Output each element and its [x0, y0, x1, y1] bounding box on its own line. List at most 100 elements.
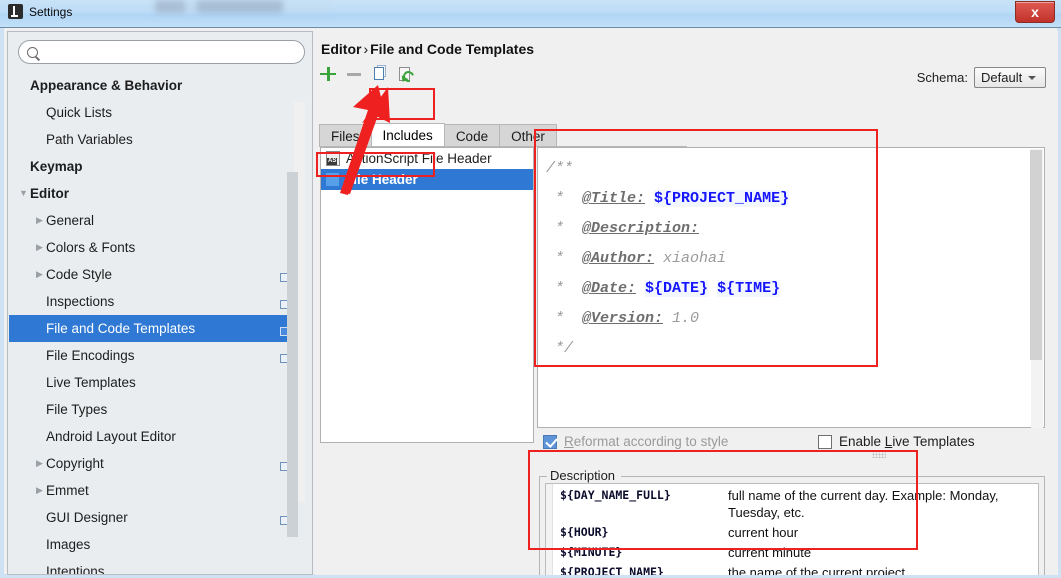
sidebar-item-label: Copyright	[46, 456, 104, 471]
tab-files[interactable]: Files	[319, 124, 372, 147]
remove-template-button	[345, 65, 363, 83]
table-row[interactable]: ${MINUTE} current minute	[546, 541, 1038, 561]
enable-live-templates-checkbox[interactable]: Enable Live Templates	[818, 434, 975, 449]
sidebar-scrollbar-track[interactable]	[287, 102, 305, 537]
window-title: Settings	[29, 4, 73, 19]
sidebar-item-label: Android Layout Editor	[46, 429, 176, 444]
live-templates-checkbox-label: Enable Live Templates	[839, 434, 975, 449]
variable-description-cell: current minute	[728, 545, 812, 560]
sidebar-item-keymap[interactable]: Keymap	[9, 153, 301, 180]
sidebar-item-editor[interactable]: ▼ Editor	[9, 180, 301, 207]
sidebar-item-images[interactable]: Images	[9, 531, 301, 558]
settings-window: Settings x Appearance & Behavior Quick Li…	[0, 0, 1061, 578]
sidebar-item-copyright[interactable]: ▶ Copyright	[9, 450, 301, 477]
checkbox-unchecked-icon	[818, 434, 832, 449]
sidebar-item-android-layout-editor[interactable]: Android Layout Editor	[9, 423, 301, 450]
chevron-right-icon[interactable]: ▶	[33, 216, 46, 225]
sidebar-item-label: GUI Designer	[46, 510, 128, 525]
tab-label: Code	[455, 128, 489, 144]
template-macro: ${DATE}	[645, 280, 709, 297]
template-text-editor[interactable]: /** * @Title: ${PROJECT_NAME} * @Descrip…	[537, 147, 1045, 428]
template-file-list[interactable]: ActionScript File Header File Header	[320, 147, 534, 443]
tab-other[interactable]: Other	[499, 124, 557, 147]
include-template-icon	[326, 173, 339, 186]
actionscript-file-icon	[326, 151, 340, 166]
sidebar-item-code-style[interactable]: ▶ Code Style	[9, 261, 301, 288]
sidebar-item-intentions[interactable]: Intentions	[9, 558, 301, 574]
sidebar-item-path-variables[interactable]: Path Variables	[9, 126, 301, 153]
sidebar-item-label: Images	[46, 537, 91, 552]
resize-grip-icon[interactable]	[872, 450, 886, 458]
code-line: /**	[546, 160, 574, 177]
sidebar-item-label: Quick Lists	[46, 105, 113, 120]
sidebar-item-live-templates[interactable]: Live Templates	[9, 369, 301, 396]
template-macro: ${PROJECT_NAME}	[654, 190, 790, 207]
chevron-right-icon[interactable]: ▶	[33, 459, 46, 468]
description-variable-table[interactable]: ${DAY_NAME_FULL} full name of the current…	[545, 483, 1039, 575]
variable-name-cell: ${HOUR}	[560, 525, 609, 539]
template-category-tabs: Files Includes Code Other	[319, 123, 557, 147]
breadcrumb-root[interactable]: Editor	[321, 41, 361, 57]
sidebar-item-quick-lists[interactable]: Quick Lists	[9, 99, 301, 126]
description-legend: Description	[547, 468, 619, 483]
variable-description-cell: full name of the current day. Example: M…	[728, 488, 999, 520]
sidebar-scrollbar-thumb[interactable]	[287, 172, 298, 537]
window-titlebar: Settings x	[0, 0, 1061, 28]
description-scrollbar-track[interactable]	[546, 484, 553, 575]
tab-code[interactable]: Code	[443, 124, 501, 147]
sidebar-item-label: Keymap	[30, 159, 83, 174]
variable-description-cell: the name of the current project	[728, 565, 906, 575]
intellij-idea-icon	[8, 4, 23, 19]
chevron-down-icon[interactable]: ▼	[17, 189, 30, 198]
table-row[interactable]: ${HOUR} current hour	[546, 521, 1038, 541]
sidebar-item-general[interactable]: ▶ General	[9, 207, 301, 234]
editor-scrollbar-thumb[interactable]	[1030, 150, 1042, 360]
code-line: * @Title: ${PROJECT_NAME}	[546, 190, 790, 207]
settings-tree: Appearance & Behavior Quick Lists Path Var…	[9, 72, 301, 574]
sidebar-item-label: General	[46, 213, 95, 228]
editor-scrollbar-track[interactable]	[1030, 149, 1043, 428]
sidebar-item-label: Path Variables	[46, 132, 133, 147]
list-item[interactable]: File Header	[321, 169, 533, 190]
code-line: * @Version: 1.0	[546, 310, 700, 327]
chevron-right-icon[interactable]: ▶	[33, 243, 46, 252]
sidebar-item-appearance-behavior[interactable]: Appearance & Behavior	[9, 72, 301, 99]
sidebar-item-inspections[interactable]: Inspections	[9, 288, 301, 315]
chevron-right-icon[interactable]: ▶	[33, 270, 46, 279]
schema-label: Schema:	[916, 70, 968, 85]
sidebar-item-file-and-code-templates[interactable]: File and Code Templates	[9, 315, 301, 342]
close-window-button[interactable]: x	[1015, 1, 1055, 23]
sidebar-item-colors-fonts[interactable]: ▶ Colors & Fonts	[9, 234, 301, 261]
sidebar-item-file-types[interactable]: File Types	[9, 396, 301, 423]
list-item-label: ActionScript File Header	[346, 151, 492, 166]
tab-includes[interactable]: Includes	[370, 123, 445, 147]
reformat-according-to-style-checkbox[interactable]: Reformat according to style	[543, 434, 728, 449]
sidebar-item-file-encodings[interactable]: File Encodings	[9, 342, 301, 369]
schema-dropdown[interactable]: Default	[974, 67, 1046, 88]
chevron-down-icon	[1028, 75, 1037, 80]
templates-toolbar	[319, 65, 417, 85]
template-source-code[interactable]: /** * @Title: ${PROJECT_NAME} * @Descrip…	[546, 154, 966, 404]
search-icon	[27, 46, 38, 58]
variable-name-cell: ${MINUTE}	[560, 545, 623, 559]
editor-options-row: Reformat according to style Enable Live …	[543, 432, 1043, 454]
table-row[interactable]: ${DAY_NAME_FULL} full name of the current…	[546, 484, 1038, 521]
sidebar-item-emmet[interactable]: ▶ Emmet	[9, 477, 301, 504]
chevron-right-icon[interactable]: ▶	[33, 486, 46, 495]
sidebar-item-label: Live Templates	[46, 375, 136, 390]
reset-template-button[interactable]	[397, 65, 417, 85]
page-title: File and Code Templates	[370, 41, 535, 57]
sidebar-item-label: File and Code Templates	[46, 321, 196, 336]
reformat-checkbox-label: Reformat according to style	[564, 434, 729, 449]
search-box[interactable]	[18, 40, 305, 64]
main-panel: Editor › File and Code Templates Schema: D…	[315, 31, 1058, 575]
search-input[interactable]	[38, 44, 304, 60]
sidebar-item-label: Appearance & Behavior	[30, 78, 183, 93]
add-template-button[interactable]	[319, 65, 337, 83]
table-row[interactable]: ${PROJECT_NAME} the name of the current p…	[546, 561, 1038, 575]
sidebar-item-gui-designer[interactable]: GUI Designer	[9, 504, 301, 531]
list-item[interactable]: ActionScript File Header	[321, 148, 533, 169]
variable-name-cell: ${DAY_NAME_FULL}	[560, 488, 671, 502]
titlebar-left-group: Settings	[8, 4, 72, 19]
copy-template-button[interactable]	[371, 65, 389, 83]
